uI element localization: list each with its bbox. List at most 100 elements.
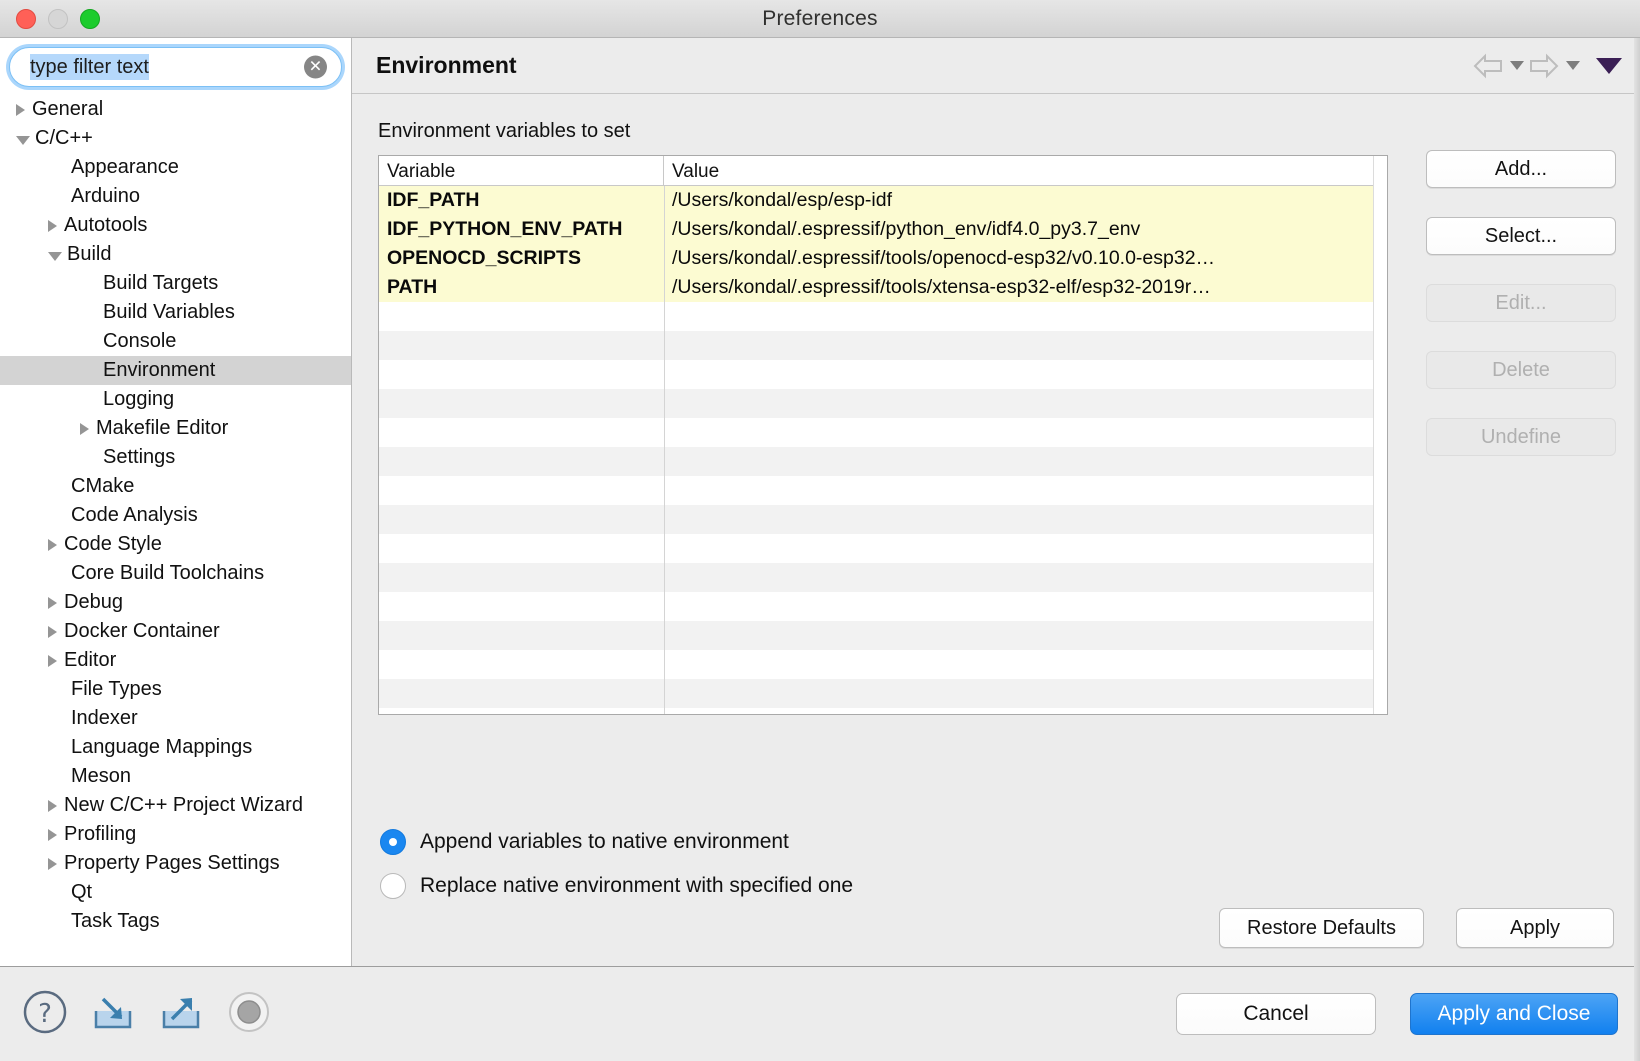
- radio-option-replace[interactable]: Replace native environment with specifie…: [380, 864, 1640, 908]
- chevron-right-icon[interactable]: [48, 625, 57, 638]
- sidebar-item-file-types[interactable]: File Types: [0, 675, 351, 704]
- sidebar-item-c-c[interactable]: C/C++: [0, 124, 351, 153]
- table-row[interactable]: [379, 621, 1387, 650]
- sidebar-item-build-targets[interactable]: Build Targets: [0, 269, 351, 298]
- header-navigation: [1472, 53, 1622, 79]
- sidebar-item-label: C/C++: [35, 127, 93, 149]
- sidebar-item-build[interactable]: Build: [0, 240, 351, 269]
- filter-input[interactable]: type filter text ✕: [9, 47, 342, 87]
- view-menu-caret-icon[interactable]: [1596, 57, 1622, 74]
- column-header-variable[interactable]: Variable: [379, 156, 664, 185]
- chevron-right-icon[interactable]: [48, 857, 57, 870]
- export-icon[interactable]: [158, 989, 204, 1040]
- table-column: Environment variables to set Variable Va…: [378, 120, 1388, 798]
- table-row[interactable]: [379, 592, 1387, 621]
- clear-icon[interactable]: ✕: [304, 55, 327, 79]
- cell-variable: [379, 505, 664, 534]
- cell-variable: [379, 650, 664, 679]
- chevron-right-icon[interactable]: [48, 654, 57, 667]
- column-header-value[interactable]: Value: [664, 156, 1387, 185]
- sidebar-item-build-variables[interactable]: Build Variables: [0, 298, 351, 327]
- apply-and-close-button[interactable]: Apply and Close: [1410, 993, 1618, 1035]
- cell-variable: IDF_PATH: [387, 189, 480, 211]
- sidebar-item-qt[interactable]: Qt: [0, 878, 351, 907]
- sidebar-item-language-mappings[interactable]: Language Mappings: [0, 733, 351, 762]
- cell-variable: [379, 679, 664, 708]
- preferences-tree[interactable]: General C/C++ Appearance Arduino Autotools Bu…: [0, 93, 351, 966]
- table-row[interactable]: IDF_PYTHON_ENV_PATH/Users/kondal/.espres…: [379, 215, 1387, 244]
- sidebar-item-console[interactable]: Console: [0, 327, 351, 356]
- sidebar-item-cmake[interactable]: CMake: [0, 472, 351, 501]
- table-row[interactable]: [379, 650, 1387, 679]
- preferences-window: Preferences type filter text ✕ General C/…: [0, 0, 1640, 1061]
- sidebar-item-autotools[interactable]: Autotools: [0, 211, 351, 240]
- back-history-caret-icon[interactable]: [1510, 61, 1524, 70]
- sidebar-item-logging[interactable]: Logging: [0, 385, 351, 414]
- sidebar-item-label: Property Pages Settings: [64, 852, 280, 874]
- table-row[interactable]: [379, 563, 1387, 592]
- chevron-right-icon[interactable]: [48, 596, 57, 609]
- sidebar-item-docker-container[interactable]: Docker Container: [0, 617, 351, 646]
- import-icon[interactable]: [90, 989, 136, 1040]
- chevron-down-icon[interactable]: [16, 135, 30, 145]
- cell-value: /Users/kondal/esp/esp-idf: [672, 189, 893, 211]
- table-row[interactable]: [379, 476, 1387, 505]
- sidebar-item-code-style[interactable]: Code Style: [0, 530, 351, 559]
- table-row[interactable]: [379, 331, 1387, 360]
- radio-button-icon[interactable]: [380, 873, 406, 899]
- back-arrow-icon: [1473, 53, 1502, 78]
- cell-variable: [379, 534, 664, 563]
- sidebar-item-settings[interactable]: Settings: [0, 443, 351, 472]
- cancel-button[interactable]: Cancel: [1176, 993, 1376, 1035]
- chevron-right-icon[interactable]: [48, 219, 57, 232]
- radio-button-icon[interactable]: [380, 829, 406, 855]
- sidebar-item-appearance[interactable]: Appearance: [0, 153, 351, 182]
- environment-table[interactable]: Variable Value IDF_PATH/Users/kondal/esp…: [378, 155, 1388, 715]
- sidebar-item-property-pages-settings[interactable]: Property Pages Settings: [0, 849, 351, 878]
- sidebar-item-label: Environment: [103, 359, 216, 381]
- table-row[interactable]: [379, 418, 1387, 447]
- record-icon[interactable]: [226, 989, 272, 1040]
- table-scrollbar[interactable]: [1373, 156, 1387, 714]
- sidebar-item-makefile-editor[interactable]: Makefile Editor: [0, 414, 351, 443]
- sidebar-item-meson[interactable]: Meson: [0, 762, 351, 791]
- chevron-right-icon[interactable]: [80, 422, 89, 435]
- forward-history-caret-icon[interactable]: [1566, 61, 1580, 70]
- sidebar-item-editor[interactable]: Editor: [0, 646, 351, 675]
- column-separator[interactable]: [664, 186, 665, 714]
- sidebar-item-environment[interactable]: Environment: [0, 356, 351, 385]
- sidebar-item-task-tags[interactable]: Task Tags: [0, 907, 351, 936]
- sidebar-item-indexer[interactable]: Indexer: [0, 704, 351, 733]
- chevron-down-icon[interactable]: [48, 251, 62, 261]
- select-button[interactable]: Select...: [1426, 217, 1616, 255]
- sidebar-item-profiling[interactable]: Profiling: [0, 820, 351, 849]
- sidebar-item-code-analysis[interactable]: Code Analysis: [0, 501, 351, 530]
- table-row[interactable]: IDF_PATH/Users/kondal/esp/esp-idf: [379, 186, 1387, 215]
- sidebar-item-general[interactable]: General: [0, 95, 351, 124]
- table-row[interactable]: [379, 360, 1387, 389]
- table-row[interactable]: OPENOCD_SCRIPTS/Users/kondal/.espressif/…: [379, 244, 1387, 273]
- table-row[interactable]: [379, 534, 1387, 563]
- table-row[interactable]: [379, 447, 1387, 476]
- table-row[interactable]: [379, 389, 1387, 418]
- chevron-right-icon[interactable]: [16, 103, 25, 116]
- table-row[interactable]: [379, 505, 1387, 534]
- table-body[interactable]: IDF_PATH/Users/kondal/esp/esp-idf IDF_PYT…: [379, 186, 1387, 714]
- forward-button[interactable]: [1528, 53, 1580, 79]
- help-icon[interactable]: ?: [22, 989, 68, 1040]
- table-row[interactable]: PATH/Users/kondal/.espressif/tools/xtens…: [379, 273, 1387, 302]
- apply-button[interactable]: Apply: [1456, 908, 1614, 948]
- sidebar-item-new-c-c-project-wizard[interactable]: New C/C++ Project Wizard: [0, 791, 351, 820]
- chevron-right-icon[interactable]: [48, 538, 57, 551]
- chevron-right-icon[interactable]: [48, 828, 57, 841]
- radio-option-append[interactable]: Append variables to native environment: [380, 820, 1640, 864]
- sidebar-item-core-build-toolchains[interactable]: Core Build Toolchains: [0, 559, 351, 588]
- back-button[interactable]: [1472, 53, 1524, 79]
- chevron-right-icon[interactable]: [48, 799, 57, 812]
- table-row[interactable]: [379, 679, 1387, 708]
- table-row[interactable]: [379, 302, 1387, 331]
- sidebar-item-debug[interactable]: Debug: [0, 588, 351, 617]
- sidebar-item-arduino[interactable]: Arduino: [0, 182, 351, 211]
- add-button[interactable]: Add...: [1426, 150, 1616, 188]
- restore-defaults-button[interactable]: Restore Defaults: [1219, 908, 1424, 948]
